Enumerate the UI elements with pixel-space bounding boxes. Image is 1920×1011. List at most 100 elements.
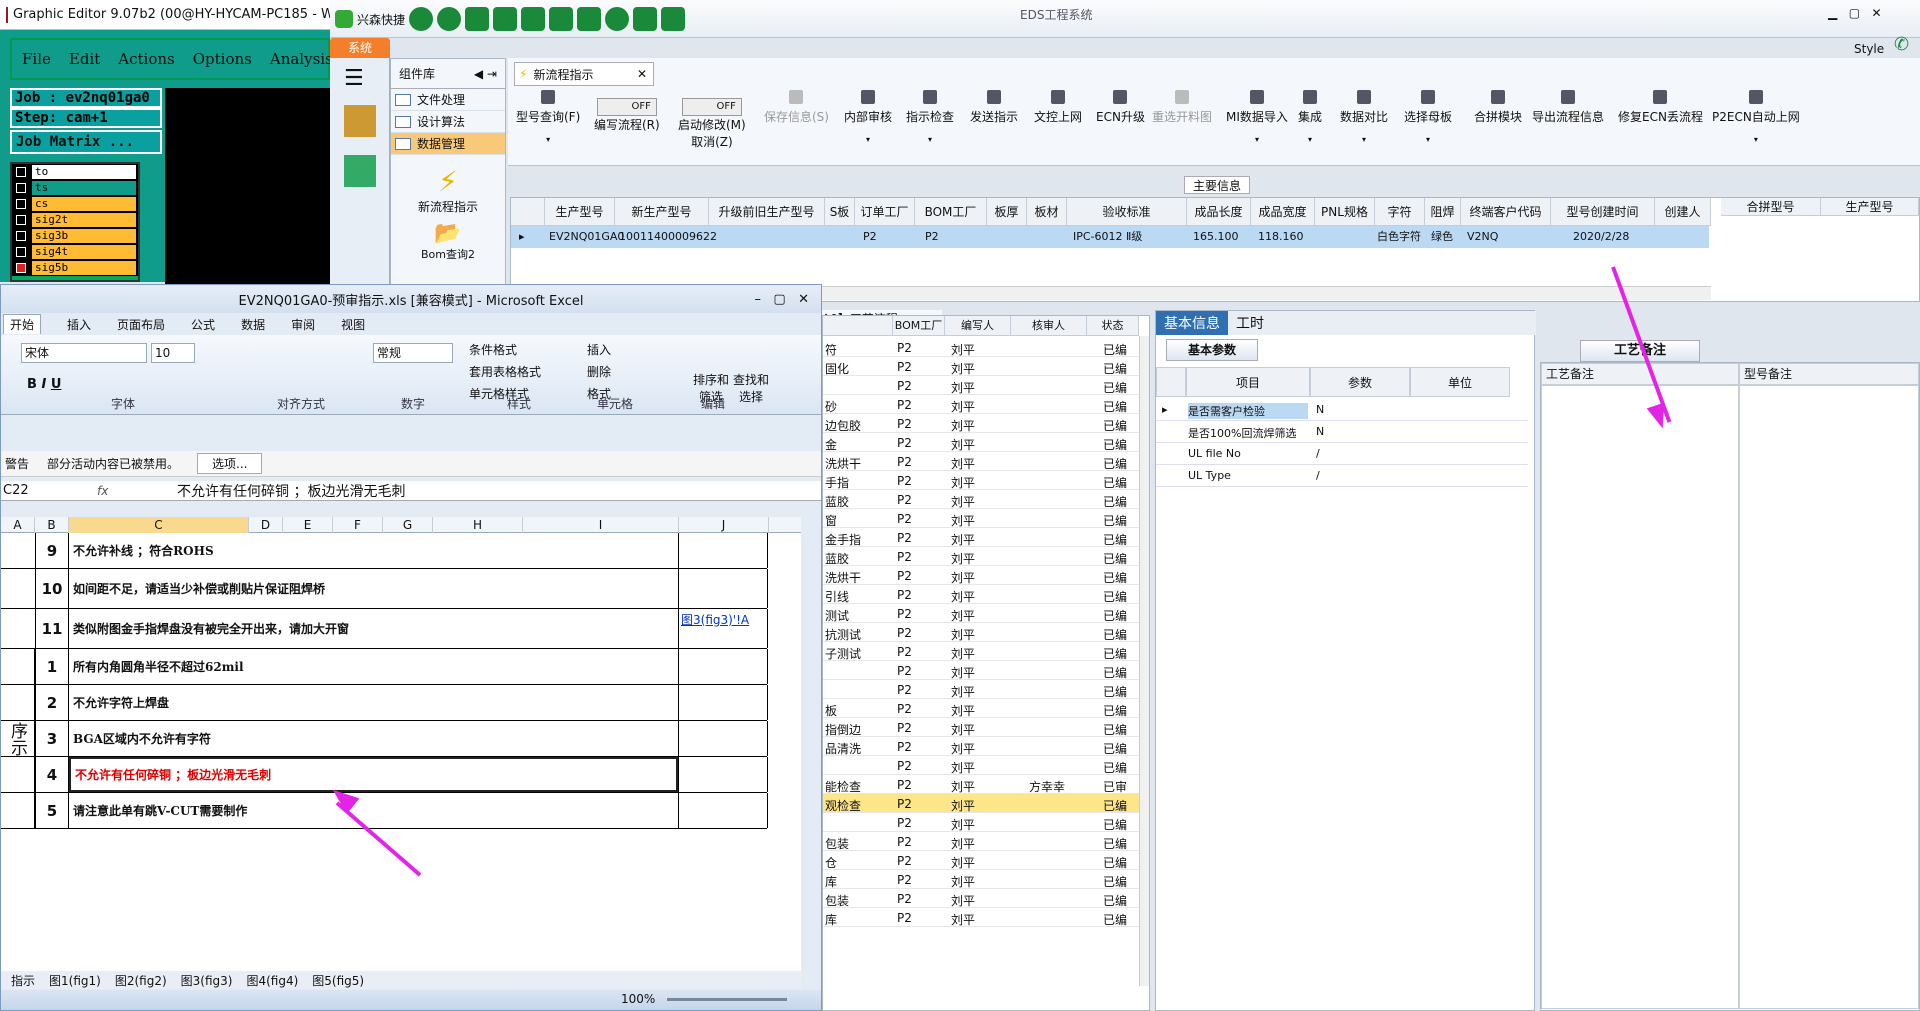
tab-review[interactable]: 审阅	[291, 316, 315, 333]
table-row[interactable]: 金 P2 刘平 已编	[823, 433, 1139, 452]
ribbon-mi-import[interactable]: MI数据导入 ▾	[1226, 90, 1288, 144]
table-row[interactable]: 包装 P2 刘平 已编	[823, 832, 1139, 851]
job-matrix-button[interactable]: Job Matrix ...	[10, 130, 162, 154]
table-row[interactable]: 是否100%回流焊筛选 N	[1156, 421, 1528, 443]
cell-ref-box[interactable]: C22	[1, 483, 97, 498]
col-header[interactable]: 升级前旧生产型号	[709, 198, 825, 226]
table-row[interactable]: 1 所有内角圆角半径不超过62mil	[1, 649, 768, 685]
layer-row[interactable]: ts	[12, 180, 138, 196]
ribbon-internal-review[interactable]: 内部审核 ▾	[844, 90, 892, 144]
table-row[interactable]: 包装 P2 刘平 已编	[823, 889, 1139, 908]
table-row[interactable]: 9 不允许补线 ；符合ROHS	[1, 533, 768, 569]
table-row[interactable]: 品清洗 P2 刘平 已编	[823, 737, 1139, 756]
worksheet[interactable]: 9 不允许补线 ；符合ROHS 10 如间距不足，请适当少补偿或削贴片保证阻焊桥 1…	[1, 533, 801, 973]
nav-tab-system[interactable]: 系统	[330, 38, 390, 58]
col-header[interactable]: 终端客户代码	[1461, 198, 1551, 226]
table-row[interactable]: ▸ 是否需客户检验 N	[1156, 399, 1528, 421]
new-flow-button[interactable]: ⚡ 新流程指示	[391, 165, 505, 215]
ribbon-repair-ecn[interactable]: 修复ECN丢流程	[1618, 90, 1703, 125]
table-row[interactable]: 抗测试 P2 刘平 已编	[823, 623, 1139, 642]
yx-tool-icon[interactable]	[344, 105, 376, 137]
window-controls[interactable]: – ▢ ✕	[755, 292, 809, 307]
tab-view[interactable]: 视图	[341, 316, 365, 333]
col-header[interactable]: 生产型号	[1821, 198, 1919, 216]
menu-options[interactable]: Options	[193, 50, 252, 68]
table-row[interactable]: P2 刘平 已编	[823, 680, 1139, 699]
sheet-tab[interactable]: 图3(fig3)	[181, 972, 233, 989]
calculator-icon[interactable]	[344, 155, 376, 187]
col-header[interactable]: 编写人	[945, 316, 1011, 336]
table-row[interactable]: 2 不允许字符上焊盘	[1, 685, 768, 721]
col-header[interactable]: 生产型号	[545, 198, 615, 226]
table-row[interactable]: UL file No /	[1156, 443, 1528, 465]
table-row[interactable]: 能检查 P2 刘平 方幸幸 已审	[823, 775, 1139, 794]
col-header[interactable]: 创建人	[1655, 198, 1711, 226]
checkbox-icon[interactable]	[16, 199, 26, 209]
font-size-select[interactable]: 10	[151, 343, 195, 363]
ribbon-reselect[interactable]: 重选开料图	[1152, 90, 1212, 125]
col-header[interactable]: 工艺备注	[1541, 363, 1739, 385]
table-row[interactable]: 窗 P2 刘平 已编	[823, 509, 1139, 528]
ribbon-select-mother[interactable]: 选择母板 ▾	[1404, 90, 1452, 144]
col-header[interactable]: 验收标准	[1067, 198, 1187, 226]
tab-home[interactable]: 开始	[3, 314, 42, 334]
checkbox-icon[interactable]	[16, 231, 26, 241]
checkbox-icon[interactable]	[16, 263, 26, 273]
col-header[interactable]: 新生产型号	[615, 198, 709, 226]
col-header[interactable]: 成品长度	[1187, 198, 1251, 226]
menu-edit[interactable]: Edit	[69, 50, 100, 68]
help-icon[interactable]	[437, 7, 462, 31]
search-icon[interactable]	[409, 7, 434, 31]
options-button[interactable]: 选项...	[197, 453, 263, 474]
table-row[interactable]: 仓 P2 刘平 已编	[823, 851, 1139, 870]
table-row[interactable]: UL Type /	[1156, 465, 1528, 487]
ribbon-export[interactable]: 导出流程信息	[1532, 90, 1604, 125]
sheet-tab[interactable]: 图1(fig1)	[49, 972, 101, 989]
col-header[interactable]: 字符	[1375, 198, 1425, 226]
table-row[interactable]: 子测试 P2 刘平 已编	[823, 642, 1139, 661]
col-header[interactable]: BOM工厂	[915, 198, 987, 226]
ribbon-edit-flow-toggle[interactable]: OFF 编写流程(R)	[594, 98, 660, 133]
col-header[interactable]: BOM工厂	[893, 316, 945, 336]
tab-data[interactable]: 数据	[241, 316, 265, 333]
ribbon-compare[interactable]: 数据对比 ▾	[1340, 90, 1388, 144]
checkbox-icon[interactable]	[16, 247, 26, 257]
col-header[interactable]: 板材	[1027, 198, 1067, 226]
ribbon-merge[interactable]: 合拼模块	[1474, 90, 1522, 125]
find-select-button[interactable]: 查找和选择	[729, 371, 773, 405]
layer-row[interactable]: sig3b	[12, 228, 138, 244]
phone-icon[interactable]: ✆	[1894, 34, 1909, 55]
zoom-slider[interactable]	[667, 998, 787, 1001]
table-row[interactable]: 边包胶 P2 刘平 已编	[823, 414, 1139, 433]
tab-basic-info[interactable]: 基本信息	[1156, 311, 1228, 335]
close-icon[interactable]: ✕	[1871, 6, 1881, 20]
table-row[interactable]: 11 类似附图金手指焊盘没有被完全开出来，请加大开窗 图3(fig3)'!A	[1, 609, 768, 649]
table-row[interactable]: 洗烘干 P2 刘平 已编	[823, 452, 1139, 471]
menu-actions[interactable]: Actions	[118, 50, 174, 68]
table-row[interactable]: 3 BGA区域内不允许有字符	[1, 721, 768, 757]
table-row[interactable]: 库 P2 刘平 已编	[823, 908, 1139, 927]
ribbon-save-button[interactable]: 保存信息(S)	[764, 90, 829, 125]
process-notes-input[interactable]	[1541, 385, 1739, 1009]
minimize-icon[interactable]: ▁	[1828, 6, 1837, 20]
fig3-link[interactable]: 图3(fig3)'!A	[679, 609, 767, 630]
checkbox-icon[interactable]	[16, 215, 26, 225]
table-row[interactable]: 板 P2 刘平 已编	[823, 699, 1139, 718]
col-header[interactable]: 订单工厂	[855, 198, 915, 226]
table-row[interactable]: 指倒边 P2 刘平 已编	[823, 718, 1139, 737]
table-row[interactable]: 符 P2 刘平 已编	[823, 338, 1139, 357]
layer-row[interactable]: sig5b	[12, 260, 138, 276]
col-header[interactable]: 核审人	[1011, 316, 1087, 336]
col-header[interactable]: S板	[825, 198, 855, 226]
ribbon-ecn-upgrade[interactable]: ECN升级	[1096, 90, 1145, 125]
menu-analysis[interactable]: Analysis	[270, 50, 333, 68]
ribbon-p2ecn[interactable]: P2ECN自动上网 ▾	[1712, 90, 1800, 144]
chart-icon[interactable]	[633, 7, 658, 31]
table-row[interactable]: 蓝胶 P2 刘平 已编	[823, 490, 1139, 509]
layer-row[interactable]: cs	[12, 196, 138, 212]
table-row[interactable]: P2 刘平 已编	[823, 756, 1139, 775]
checkbox-icon[interactable]	[16, 167, 26, 177]
ribbon-check[interactable]: 指示检查 ▾	[906, 90, 954, 144]
col-header[interactable]: 合拼型号	[1721, 198, 1821, 216]
model-notes-input[interactable]	[1739, 385, 1919, 1009]
